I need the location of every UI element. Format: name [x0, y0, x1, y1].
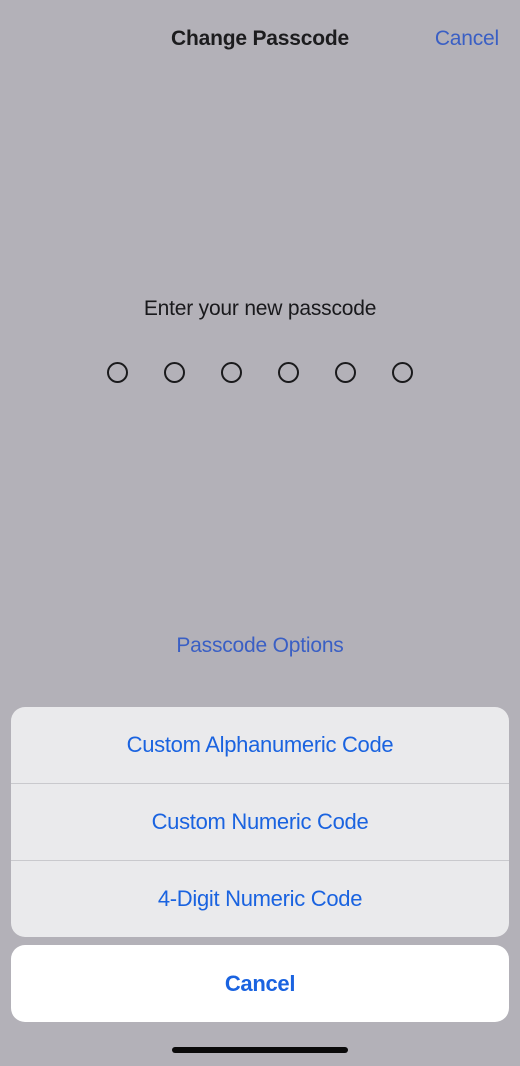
nav-cancel-button[interactable]: Cancel [435, 27, 499, 51]
action-sheet-item-group: Custom Alphanumeric Code Custom Numeric … [11, 707, 509, 937]
passcode-options-action-sheet: Custom Alphanumeric Code Custom Numeric … [11, 707, 509, 1022]
home-indicator [172, 1047, 348, 1053]
passcode-dot-4 [278, 362, 299, 383]
passcode-dot-field[interactable] [0, 362, 520, 383]
passcode-dot-1 [107, 362, 128, 383]
action-sheet-item-custom-numeric-code[interactable]: Custom Numeric Code [11, 783, 509, 860]
action-sheet-item-4-digit-numeric-code[interactable]: 4-Digit Numeric Code [11, 860, 509, 937]
passcode-dot-6 [392, 362, 413, 383]
passcode-dot-3 [221, 362, 242, 383]
action-sheet-cancel-button[interactable]: Cancel [11, 945, 509, 1022]
navigation-bar: Change Passcode Cancel [0, 0, 520, 78]
passcode-options-button[interactable]: Passcode Options [0, 634, 520, 658]
action-sheet-item-custom-alphanumeric-code[interactable]: Custom Alphanumeric Code [11, 707, 509, 783]
passcode-dot-5 [335, 362, 356, 383]
passcode-dot-2 [164, 362, 185, 383]
passcode-prompt-label: Enter your new passcode [143, 297, 377, 320]
